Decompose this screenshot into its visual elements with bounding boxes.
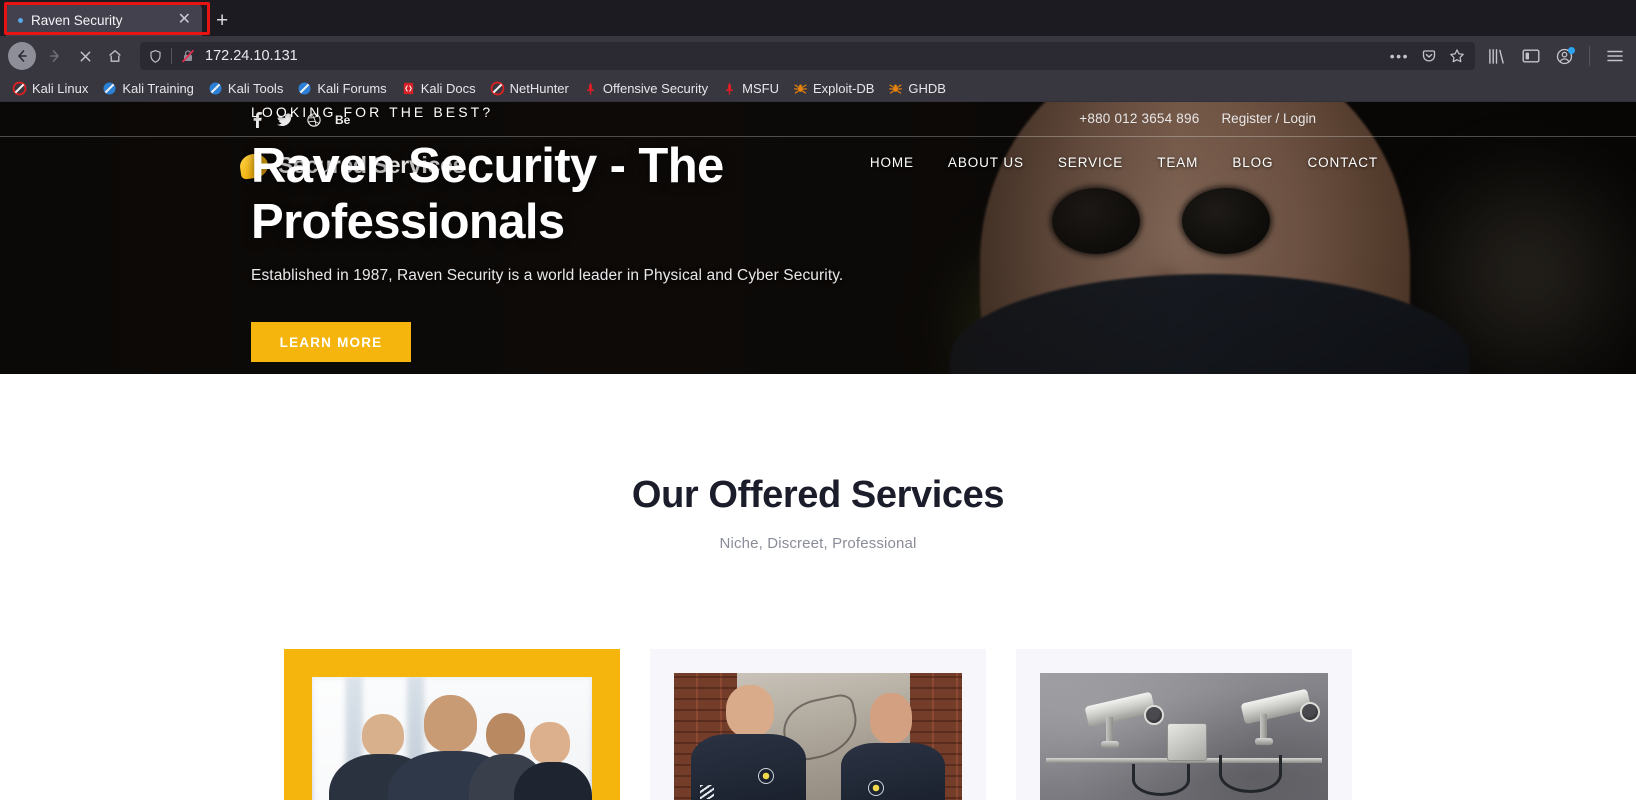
back-icon[interactable] <box>8 42 36 70</box>
orange-spider-icon <box>794 84 807 94</box>
forward-icon[interactable] <box>40 41 70 71</box>
kali-dragon-blue-icon <box>298 82 311 95</box>
services-subtitle: Niche, Discreet, Professional <box>719 535 917 552</box>
service-card-team[interactable] <box>284 649 620 800</box>
nav-item-team[interactable]: TEAM <box>1157 155 1198 170</box>
services-section: Our Offered Services Niche, Discreet, Pr… <box>0 374 1636 800</box>
topbar-divider <box>0 136 1636 137</box>
tab-raven-security[interactable]: Raven Security ✕ <box>6 4 202 36</box>
tab-strip: Raven Security ✕ + <box>0 0 1636 36</box>
nav-item-contact[interactable]: CONTACT <box>1307 155 1378 170</box>
tab-title: Raven Security <box>31 12 123 28</box>
account-icon[interactable] <box>1556 46 1575 65</box>
bookmark-ghdb[interactable]: GHDB <box>882 79 952 98</box>
bookmark-label: Kali Training <box>122 81 194 96</box>
cctv-cameras-photo <box>1040 673 1328 800</box>
site-topbar: Be +880 012 3654 896 Register / Login <box>0 102 1636 142</box>
page-actions-icon[interactable]: ••• <box>1390 48 1409 64</box>
business-team-photo <box>312 677 592 800</box>
service-card-officers[interactable] <box>650 649 986 800</box>
bookmark-kali-docs[interactable]: Kali Docs <box>395 79 482 98</box>
bookmark-kali-forums[interactable]: Kali Forums <box>291 79 392 98</box>
tracking-protection-shield-icon[interactable] <box>148 49 163 64</box>
hero-subtitle: Established in 1987, Raven Security is a… <box>251 267 844 284</box>
red-dagger-icon <box>586 82 594 95</box>
bookmark-nethunter[interactable]: NetHunter <box>484 79 575 98</box>
nav-item-service[interactable]: SERVICE <box>1058 155 1123 170</box>
hero-section: Be +880 012 3654 896 Register / Login LO… <box>0 102 1636 374</box>
new-tab-button[interactable]: + <box>216 10 228 31</box>
url-separator <box>171 48 172 64</box>
learn-more-button[interactable]: LEARN MORE <box>251 322 411 362</box>
bookmark-label: Kali Linux <box>32 81 89 96</box>
tab-loading-indicator <box>18 17 23 23</box>
browser-window: Raven Security ✕ + 172.24.10.131 ••• Kal… <box>0 0 1636 800</box>
red-dagger-icon <box>726 82 733 95</box>
toolbar-divider <box>1589 46 1590 66</box>
kali-dragon-red-icon <box>12 81 27 96</box>
stop-icon[interactable] <box>70 41 100 71</box>
bookmark-label: Kali Docs <box>420 81 476 96</box>
services-title: Our Offered Services <box>631 474 1005 516</box>
url-text: 172.24.10.131 <box>205 48 298 64</box>
sidebar-toggle-icon[interactable] <box>1522 48 1540 64</box>
hero-title: Raven Security - The Professionals <box>251 139 724 249</box>
service-cards <box>0 649 1636 800</box>
nav-item-about-us[interactable]: ABOUT US <box>948 155 1024 170</box>
account-notification-badge <box>1568 46 1575 54</box>
bookmark-msfu[interactable]: MSFU <box>716 79 785 98</box>
insecure-lock-icon[interactable] <box>180 48 196 64</box>
site-topbar-right: +880 012 3654 896 Register / Login <box>1079 111 1316 126</box>
url-bar[interactable]: 172.24.10.131 ••• <box>140 42 1475 70</box>
bookmark-kali-tools[interactable]: Kali Tools <box>202 79 289 98</box>
bookmarks-bar: Kali Linux Kali Training Kali Tools Kali… <box>0 76 1636 102</box>
page-viewport: Be +880 012 3654 896 Register / Login LO… <box>0 102 1636 800</box>
app-menu-icon[interactable] <box>1606 48 1624 64</box>
bookmark-kali-training[interactable]: Kali Training <box>96 79 200 98</box>
bookmark-label: MSFU <box>742 81 779 96</box>
orange-spider-icon <box>889 84 903 94</box>
kali-dragon-red-icon <box>490 81 504 96</box>
bookmark-label: Kali Forums <box>317 81 387 96</box>
phone-number[interactable]: +880 012 3654 896 <box>1079 111 1199 126</box>
bookmark-exploit-db[interactable]: Exploit-DB <box>787 79 880 98</box>
register-login-link[interactable]: Register / Login <box>1221 111 1316 126</box>
bookmark-label: GHDB <box>908 81 946 96</box>
bookmark-label: Offensive Security <box>602 81 709 96</box>
bookmark-kali-linux[interactable]: Kali Linux <box>6 79 94 98</box>
red-book-icon <box>403 82 413 95</box>
toolbar-right-group <box>1487 46 1628 66</box>
close-icon[interactable]: ✕ <box>175 12 194 28</box>
service-card-cctv[interactable] <box>1016 649 1352 800</box>
nav-item-blog[interactable]: BLOG <box>1232 155 1273 170</box>
security-officers-photo <box>674 673 962 800</box>
kali-dragon-blue-icon <box>209 82 222 95</box>
kali-dragon-blue-icon <box>103 82 116 95</box>
bookmark-offensive-security[interactable]: Offensive Security <box>577 79 714 98</box>
library-icon[interactable] <box>1487 48 1506 65</box>
bookmark-star-icon[interactable] <box>1449 48 1465 64</box>
hero-tagline: LOOKING FOR THE BEST? <box>251 104 494 120</box>
navigation-toolbar: 172.24.10.131 ••• <box>0 36 1636 76</box>
bookmark-label: Kali Tools <box>227 81 284 96</box>
bookmark-label: NetHunter <box>509 81 569 96</box>
bookmark-label: Exploit-DB <box>812 81 875 96</box>
pocket-save-icon[interactable] <box>1421 48 1437 64</box>
home-icon[interactable] <box>100 41 130 71</box>
